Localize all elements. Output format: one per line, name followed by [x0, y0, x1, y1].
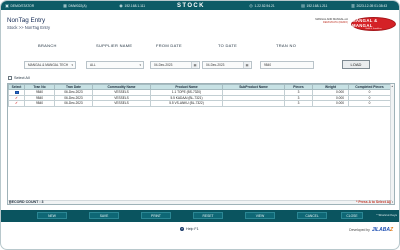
developer-logo: JILABAZ	[372, 227, 393, 233]
cancel-button[interactable]: CANCEL	[297, 212, 327, 219]
calendar-icon: ▥	[351, 2, 355, 8]
datetime: 2023-12-05 01:38:43	[356, 3, 388, 8]
app-name: DEMO/STATOR	[10, 3, 35, 8]
supplier-value: ALL	[90, 63, 96, 67]
cell-tran-no: 9840	[24, 100, 55, 107]
cell-completed: 0	[348, 100, 391, 107]
title-app: ▣ DEMO/STATOR	[5, 1, 34, 10]
table-row[interactable]: ✓ 9840 06-Dec-2023 VESSELS 5.5 VS-ANKU (…	[8, 100, 391, 107]
record-bar: RECORD COUNT : 3 * Press A to Select All	[1, 199, 399, 206]
logo-sub-text: Gold & Jewellers	[365, 28, 382, 30]
record-count: RECORD COUNT : 3	[9, 200, 44, 204]
view-button[interactable]: VIEW	[245, 212, 275, 219]
ip-address: 192.168.1.111	[124, 3, 146, 8]
tran-no-value: 9840	[264, 63, 272, 67]
module-name: STOCK	[177, 2, 205, 9]
company-sub: DEMO/DATA (DEMO)	[322, 21, 348, 25]
ip-address-2: 1.22.52.94.21	[254, 3, 275, 8]
help-icon: ?	[180, 227, 184, 231]
help-label: Help F1	[186, 227, 199, 231]
company-logo: MANGAL & MANGAL Gold & Jewellers	[351, 17, 396, 31]
check-icon[interactable]: ✓	[15, 96, 19, 100]
company-info: MANGAL AND MANGAL etc DEMO/DATA (DEMO)	[315, 18, 348, 25]
action-button-bar: NEW SAVE PRINT RESET VIEW CANCEL CLOSE *…	[1, 210, 399, 222]
title-bar: ▣ DEMO/STATOR ▦ DMW022(A) ◉ 192.168.1.11…	[1, 1, 399, 10]
cell-pieces: 3	[284, 100, 313, 107]
branch-value: MANGAL & MANGAL TECH	[28, 63, 69, 67]
select-all-checkbox[interactable]	[8, 76, 12, 80]
brand-z: Z	[389, 227, 393, 233]
save-button[interactable]: SAVE	[89, 212, 119, 219]
grid-icon: ▦	[63, 2, 67, 8]
footer: ? Help F1 Developed by JILABAZ	[1, 222, 399, 249]
check-icon[interactable]: ✓	[15, 101, 19, 105]
page-header: NonTag Entry Stock >> NonTag Entry MANGA…	[1, 10, 399, 40]
row-checkbox-selected[interactable]	[14, 90, 19, 95]
branch-label: BRANCH	[38, 43, 57, 48]
select-all[interactable]: Select All	[8, 76, 30, 80]
row-select-cell[interactable]: ✓	[8, 100, 25, 107]
app-window: ▣ DEMO/STATOR ▦ DMW022(A) ◉ 192.168.1.11…	[0, 0, 400, 250]
brand-main: JILABA	[371, 227, 390, 233]
data-grid: Select Tran No Tran Date Commodity Name …	[7, 83, 395, 205]
new-button[interactable]: NEW	[37, 212, 67, 219]
reset-button[interactable]: RESET	[193, 212, 223, 219]
page-title: NonTag Entry	[7, 17, 46, 24]
title-extra: ▤ 192.168.1.211	[301, 1, 327, 10]
select-all-label: Select All	[14, 76, 30, 80]
cell-tran-date: 06-Dec-2023	[54, 100, 93, 107]
title-code: ▦ DMW022(A)	[63, 1, 87, 10]
cell-product: 5.5 VS-ANKU (BL-7322)	[150, 100, 223, 107]
title-datetime: ▥ 2023-12-05 01:38:43	[351, 1, 387, 10]
branch-select[interactable]: MANGAL & MANGAL TECH ▾	[24, 61, 76, 69]
help-link[interactable]: ? Help F1	[180, 227, 199, 231]
station-code: DMW022(A)	[68, 3, 87, 8]
developer-prefix: Developed by	[349, 228, 370, 232]
vertical-scrollbar[interactable]: ▴ ▾	[390, 84, 394, 204]
module-title: STOCK	[177, 1, 205, 10]
cell-weight: 0.000	[312, 100, 349, 107]
nontag-table: Select Tran No Tran Date Commodity Name …	[8, 84, 391, 107]
load-button[interactable]: LOAD	[342, 60, 370, 69]
calendar-icon[interactable]: ▦	[243, 62, 250, 68]
close-button[interactable]: CLOSE	[341, 212, 363, 219]
chevron-down-icon: ▾	[71, 63, 73, 67]
tran-no-label: TRAN NO	[276, 43, 297, 48]
to-date-input[interactable]: 04-Dec-2023 ▦	[202, 61, 252, 69]
extra-ip: 192.168.1.211	[306, 3, 328, 8]
select-all-hint: * Press A to Select All	[356, 200, 391, 204]
server-icon: ▤	[301, 2, 305, 8]
network-icon: ◉	[119, 2, 123, 8]
title-ip: ◉ 192.168.1.111	[119, 1, 145, 10]
calendar-icon[interactable]: ▦	[191, 62, 198, 68]
from-date-value: 04-Dec-2023	[154, 63, 173, 67]
to-date-label: TO DATE	[218, 43, 238, 48]
cell-subproduct	[222, 100, 285, 107]
from-date-label: FROM DATE	[156, 43, 182, 48]
filter-panel: BRANCH MANGAL & MANGAL TECH ▾ SUPPLIER N…	[6, 41, 395, 71]
supplier-label: SUPPLIER NAME	[96, 43, 133, 48]
supplier-select[interactable]: ALL ▾	[86, 61, 144, 69]
print-button[interactable]: PRINT	[141, 212, 171, 219]
shortcut-hint: * Shortcut Keys	[376, 213, 397, 217]
cell-commodity: VESSELS	[92, 100, 151, 107]
user-icon: ◎	[249, 2, 253, 8]
title-ip2: ◎ 1.22.52.94.21	[249, 1, 275, 10]
from-date-input[interactable]: 04-Dec-2023 ▦	[150, 61, 200, 69]
scroll-up-icon[interactable]: ▴	[392, 84, 394, 88]
developer-credit: Developed by JILABAZ	[349, 227, 393, 233]
tran-no-input[interactable]: 9840	[260, 61, 314, 69]
breadcrumb[interactable]: Stock >> NonTag Entry	[7, 25, 50, 30]
monitor-icon: ▣	[5, 2, 9, 8]
logo-main-text: MANGAL & MANGAL	[352, 18, 378, 28]
chevron-down-icon: ▾	[139, 63, 141, 67]
to-date-value: 04-Dec-2023	[206, 63, 225, 67]
